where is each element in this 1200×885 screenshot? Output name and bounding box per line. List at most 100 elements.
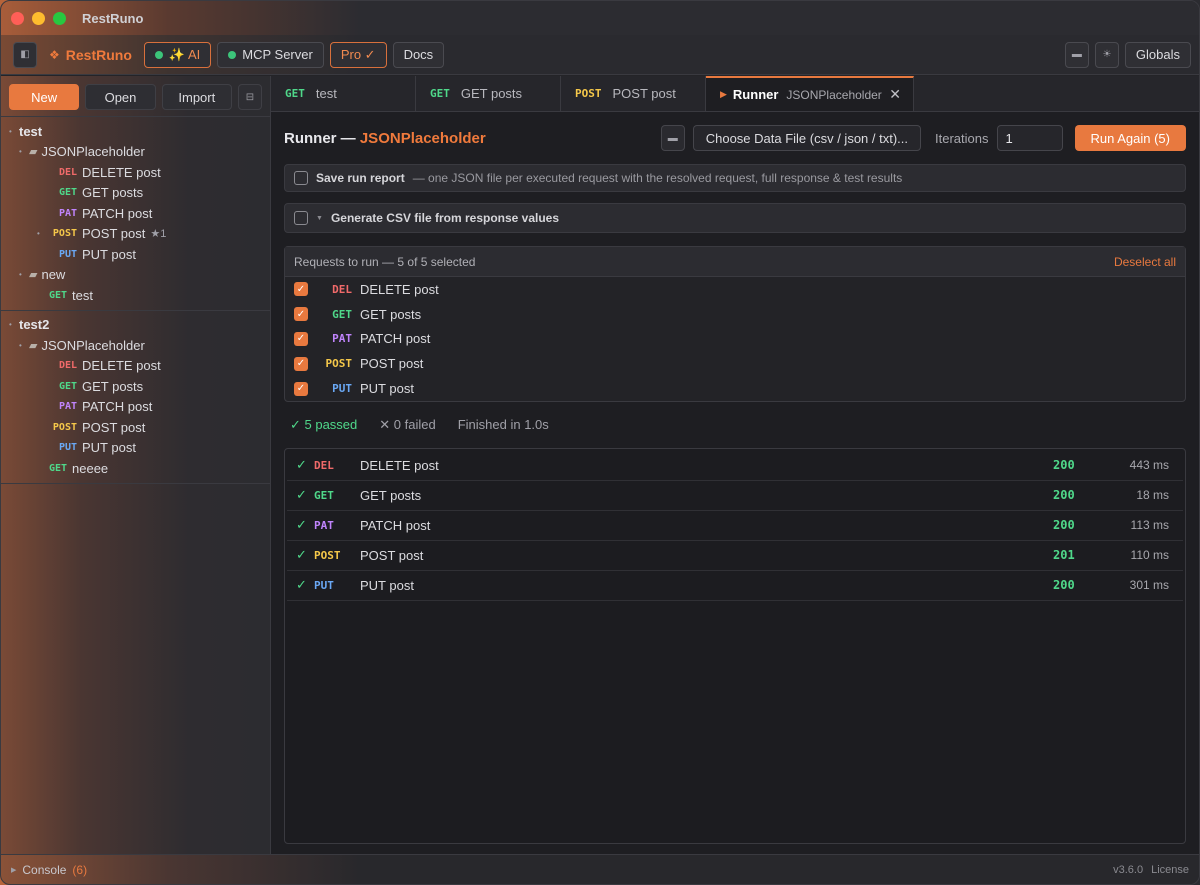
folder-item[interactable]: • ▰ JSONPlaceholder <box>1 335 270 356</box>
expand-caret-icon: • <box>19 270 22 280</box>
expand-caret-icon[interactable]: ▶ <box>11 866 16 874</box>
list-item[interactable]: ✓ POST POST post <box>285 351 1185 376</box>
list-item[interactable]: ✓ PAT PATCH post <box>285 327 1185 352</box>
mcp-server-button[interactable]: MCP Server <box>217 41 324 68</box>
status-code: 200 <box>1053 518 1075 533</box>
status-bar: ▶ Console (6) v3.6.0 License <box>1 854 1199 884</box>
runner-title: Runner — JSONPlaceholder <box>284 130 486 147</box>
request-name: POST post <box>82 419 146 435</box>
ai-button[interactable]: ✨ AI <box>143 41 212 68</box>
collapse-icon: ⊟ <box>245 91 255 103</box>
table-row[interactable]: ✓ POST POST post 201 110 ms <box>287 541 1183 571</box>
new-button[interactable]: New <box>9 84 80 110</box>
request-name: POST post <box>360 547 424 563</box>
run-again-button[interactable]: Run Again (5) <box>1074 125 1186 151</box>
tab-test[interactable]: GET test <box>271 76 416 111</box>
check-icon: ✓ <box>296 517 307 533</box>
check-icon: ✓ <box>296 487 307 503</box>
csv-checkbox[interactable] <box>294 211 308 225</box>
request-name: neeee <box>72 460 109 476</box>
save-report-checkbox[interactable] <box>294 171 308 185</box>
request-name: DELETE post <box>82 164 161 180</box>
method-badge: GET <box>48 462 67 474</box>
checkbox-checked[interactable]: ✓ <box>294 331 308 346</box>
request-item[interactable]: GET test <box>1 285 270 306</box>
method-badge: DEL <box>58 360 77 372</box>
request-item[interactable]: • POST POST post ★1 <box>1 224 270 245</box>
checkbox-checked[interactable]: ✓ <box>294 307 308 322</box>
request-name: PATCH post <box>360 331 431 347</box>
table-row[interactable]: ✓ PUT PUT post 200 301 ms <box>287 571 1183 601</box>
iterations-label: Iterations <box>935 130 989 146</box>
request-name: POST post <box>360 356 424 372</box>
sidebar-actions: New Open Import ⊟ <box>1 76 270 117</box>
console-toggle[interactable]: Console <box>22 863 66 877</box>
collection-item[interactable]: • test2 <box>1 315 270 336</box>
collection-group: • test2 • ▰ JSONPlaceholder DEL DELETE p… <box>1 311 270 484</box>
request-name: PUT post <box>82 440 136 456</box>
deselect-all-link[interactable]: Deselect all <box>1114 255 1176 269</box>
close-icon[interactable]: ✕ <box>889 86 901 103</box>
mcp-status-dot-icon <box>228 50 237 59</box>
folder-item[interactable]: • ▰ new <box>1 265 270 286</box>
docs-button[interactable]: Docs <box>392 41 445 68</box>
failed-count: ✕ 0 failed <box>379 416 436 432</box>
tab-runner[interactable]: ▶ Runner JSONPlaceholder ✕ <box>706 76 914 111</box>
request-item[interactable]: GET neeee <box>1 458 270 479</box>
tab-label: GET posts <box>460 86 523 101</box>
expand-caret-icon: • <box>9 126 12 136</box>
status-code: 200 <box>1053 458 1075 473</box>
list-item[interactable]: ✓ PUT PUT post <box>285 376 1185 401</box>
folder-icon: ▰ <box>29 339 38 352</box>
folder-item[interactable]: • ▰ JSONPlaceholder <box>1 142 270 163</box>
request-item[interactable]: PUT PUT post <box>1 244 270 265</box>
expand-caret-icon: • <box>19 147 22 157</box>
close-window-button[interactable] <box>11 11 24 25</box>
checkbox-checked[interactable]: ✓ <box>294 381 308 396</box>
request-item[interactable]: DEL DELETE post <box>1 356 270 377</box>
expand-caret-icon[interactable]: ▼ <box>316 215 323 222</box>
open-button[interactable]: Open <box>85 84 156 110</box>
window-title: RestRuno <box>82 10 144 26</box>
pro-button[interactable]: Pro ✓ <box>329 41 387 68</box>
request-item[interactable]: GET GET posts <box>1 376 270 397</box>
method-badge: GET <box>314 488 334 502</box>
modified-dot-icon: • <box>37 229 40 239</box>
tab-post-post[interactable]: POST POST post <box>561 76 706 111</box>
globals-button[interactable]: Globals <box>1124 41 1191 68</box>
tab-get-posts[interactable]: GET GET posts <box>416 76 561 111</box>
request-item[interactable]: GET GET posts <box>1 183 270 204</box>
requests-to-run: Requests to run — 5 of 5 selected Desele… <box>284 246 1186 402</box>
request-item[interactable]: DEL DELETE post <box>1 162 270 183</box>
toolbar: ◧ ❖ RestRuno ✨ AI MCP Server Pro ✓ Docs … <box>1 35 1199 75</box>
checkbox-checked[interactable]: ✓ <box>294 356 308 371</box>
collection-item[interactable]: • test <box>1 121 270 142</box>
passed-count: ✓ 5 passed <box>290 416 358 432</box>
theme-toggle-button[interactable]: ☀ <box>1094 41 1119 68</box>
import-button[interactable]: Import <box>161 84 232 110</box>
method-badge: PAT <box>314 518 334 532</box>
list-item[interactable]: ✓ DEL DELETE post <box>285 277 1185 302</box>
list-item[interactable]: ✓ GET GET posts <box>285 302 1185 327</box>
table-row[interactable]: ✓ PAT PATCH post 200 113 ms <box>287 511 1183 541</box>
zoom-window-button[interactable] <box>53 11 66 25</box>
request-item[interactable]: PUT PUT post <box>1 438 270 459</box>
request-item[interactable]: POST POST post <box>1 417 270 438</box>
request-item[interactable]: PAT PATCH post <box>1 397 270 418</box>
sidebar-toggle-button[interactable]: ◧ <box>13 41 37 68</box>
table-row[interactable]: ✓ DEL DELETE post 200 443 ms <box>287 451 1183 481</box>
collapse-all-button[interactable]: ⊟ <box>237 84 262 110</box>
minimize-window-button[interactable] <box>32 11 45 25</box>
choose-data-file-button[interactable]: Choose Data File (csv / json / txt)... <box>692 125 922 151</box>
save-layout-button[interactable]: ▬ <box>660 125 685 151</box>
iterations-input[interactable]: 1 <box>996 125 1063 151</box>
main-panel: GET test GET GET posts POST POST post ▶ … <box>271 76 1199 854</box>
request-item[interactable]: PAT PATCH post <box>1 203 270 224</box>
checkbox-checked[interactable]: ✓ <box>294 282 308 297</box>
table-row[interactable]: ✓ GET GET posts 200 18 ms <box>287 481 1183 511</box>
sidebar-toggle-icon: ◧ <box>20 49 30 60</box>
license-link[interactable]: License <box>1151 864 1189 876</box>
method-badge: PUT <box>332 382 352 396</box>
layout-button[interactable]: ▬ <box>1064 41 1089 68</box>
request-name: POST post <box>82 226 146 242</box>
